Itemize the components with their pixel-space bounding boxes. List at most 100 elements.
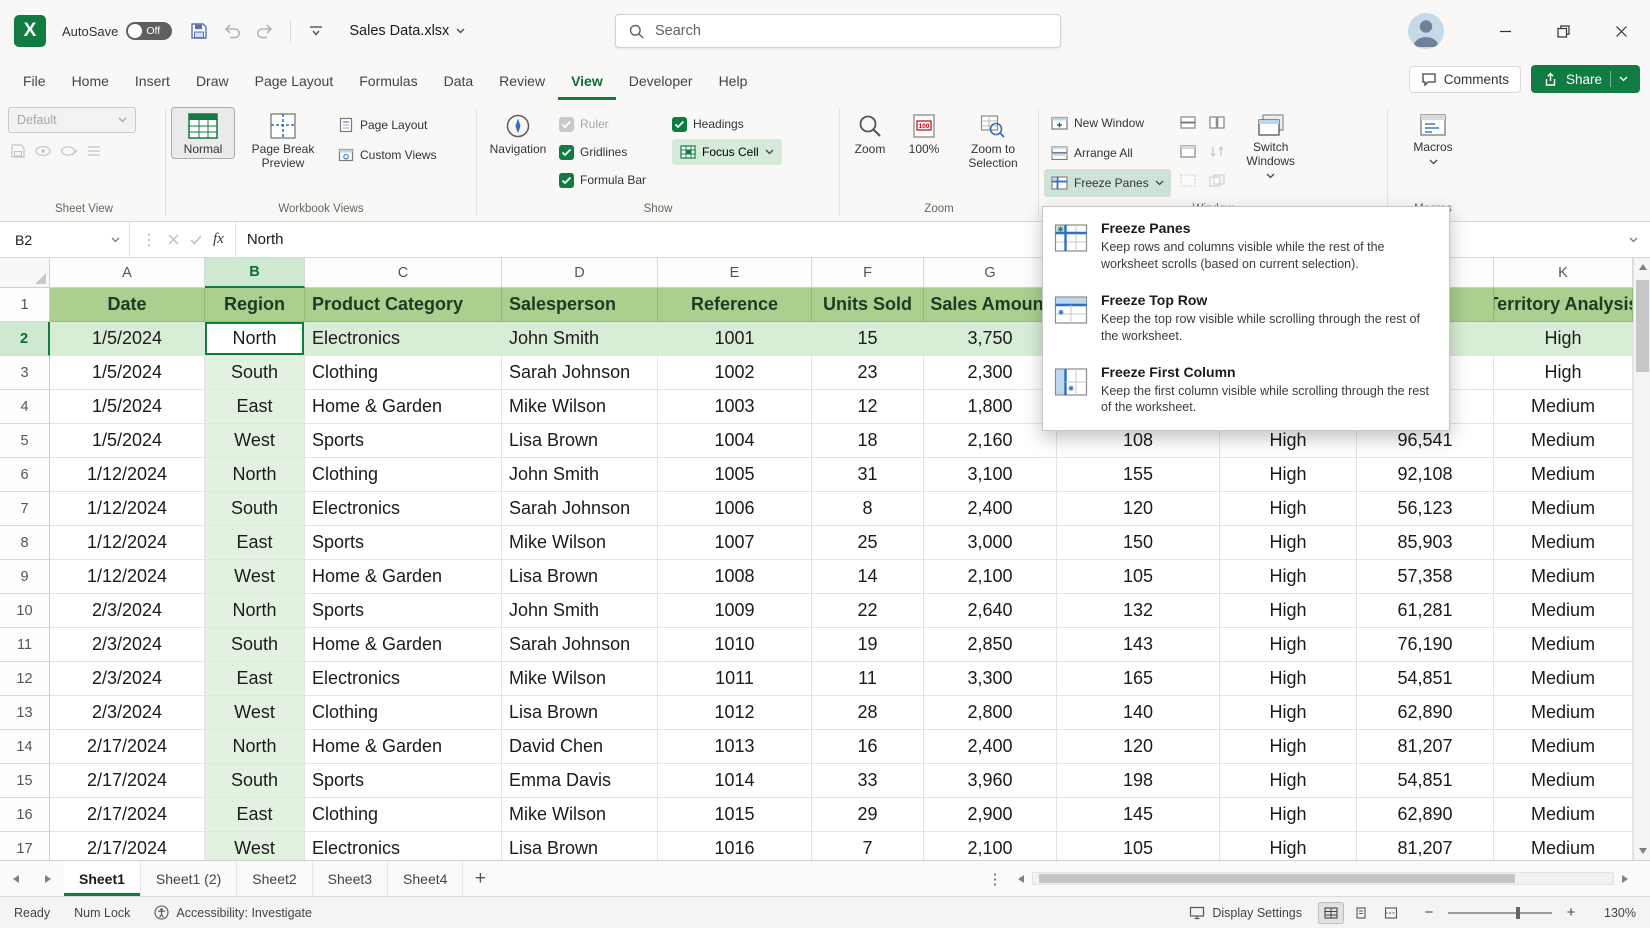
cell-E6[interactable]: 1005 [658,458,812,492]
cell-J10[interactable]: 61,281 [1357,594,1494,628]
cell-F5[interactable]: 18 [812,424,924,458]
row-header-5[interactable]: 5 [0,424,50,458]
sheet-tab-sheet1[interactable]: Sheet1 [64,861,141,896]
cell-E13[interactable]: 1012 [658,696,812,730]
cell-A12[interactable]: 2/3/2024 [50,662,205,696]
scroll-up-button[interactable] [1634,258,1650,276]
ribbon-tab-view[interactable]: View [558,62,616,100]
column-header-G[interactable]: G [924,258,1057,288]
cell-F4[interactable]: 12 [812,390,924,424]
cell-K12[interactable]: Medium [1494,662,1633,696]
cell-H15[interactable]: 198 [1057,764,1220,798]
cell-A15[interactable]: 2/17/2024 [50,764,205,798]
ribbon-tab-page-layout[interactable]: Page Layout [242,62,347,100]
cell-G17[interactable]: 2,100 [924,832,1057,860]
cell-I9[interactable]: High [1220,560,1357,594]
cell-G2[interactable]: 3,750 [924,322,1057,356]
formula-bar-checkbox[interactable]: Formula Bar [559,167,667,193]
cell-D7[interactable]: Sarah Johnson [502,492,658,526]
cell-H17[interactable]: 105 [1057,832,1220,860]
sheet-options-icon[interactable]: ⋮ [980,861,1010,896]
cell-D14[interactable]: David Chen [502,730,658,764]
status-ready[interactable]: Ready [14,906,50,920]
cell-F3[interactable]: 23 [812,356,924,390]
cell-H8[interactable]: 150 [1057,526,1220,560]
sheet-nav-right[interactable] [32,861,64,896]
cell-C10[interactable]: Sports [305,594,502,628]
page-layout-view-shortcut[interactable] [1348,902,1374,924]
cell-G13[interactable]: 2,800 [924,696,1057,730]
row-header-15[interactable]: 15 [0,764,50,798]
ruler-checkbox[interactable]: Ruler [559,111,667,137]
cell-B14[interactable]: North [205,730,305,764]
cell-E12[interactable]: 1011 [658,662,812,696]
cell-B10[interactable]: North [205,594,305,628]
new-sheet-button[interactable]: + [463,861,497,896]
cell-B12[interactable]: East [205,662,305,696]
enter-icon[interactable] [190,235,202,245]
zoom-in-button[interactable]: + [1562,904,1580,922]
sheet-tab-sheet2[interactable]: Sheet2 [237,861,312,896]
close-button[interactable] [1592,0,1650,62]
switch-windows-button[interactable]: Switch Windows [1234,107,1308,181]
cell-K16[interactable]: Medium [1494,798,1633,832]
cell-E17[interactable]: 1016 [658,832,812,860]
cell-I11[interactable]: High [1220,628,1357,662]
cell-D5[interactable]: Lisa Brown [502,424,658,458]
exit-sheet-view-icon[interactable] [34,143,52,159]
cell-E11[interactable]: 1010 [658,628,812,662]
zoom-slider-thumb[interactable] [1516,907,1520,919]
normal-view-shortcut[interactable] [1318,902,1344,924]
scroll-down-button[interactable] [1634,842,1650,860]
cell-A14[interactable]: 2/17/2024 [50,730,205,764]
cell-I6[interactable]: High [1220,458,1357,492]
cell-H14[interactable]: 120 [1057,730,1220,764]
cell-F17[interactable]: 7 [812,832,924,860]
cell-J16[interactable]: 62,890 [1357,798,1494,832]
cell-K15[interactable]: Medium [1494,764,1633,798]
cell-E4[interactable]: 1003 [658,390,812,424]
row-header-17[interactable]: 17 [0,832,50,860]
menu-item-freeze-panes[interactable]: Freeze Panes Keep rows and columns visib… [1043,211,1449,283]
cell-I8[interactable]: High [1220,526,1357,560]
redo-button[interactable] [250,16,280,46]
cell-F16[interactable]: 29 [812,798,924,832]
insert-function-icon[interactable]: fx [213,231,224,248]
cell-B8[interactable]: East [205,526,305,560]
row-header-6[interactable]: 6 [0,458,50,492]
cell-D9[interactable]: Lisa Brown [502,560,658,594]
column-header-C[interactable]: C [305,258,502,288]
cell-G8[interactable]: 3,000 [924,526,1057,560]
scroll-left-button[interactable] [1010,861,1032,896]
cell-E9[interactable]: 1008 [658,560,812,594]
cell-H13[interactable]: 140 [1057,696,1220,730]
cell-B9[interactable]: West [205,560,305,594]
zoom-percentage[interactable]: 130% [1596,906,1636,920]
row-header-11[interactable]: 11 [0,628,50,662]
cell-B11[interactable]: South [205,628,305,662]
page-break-preview-button[interactable]: Page Break Preview [240,107,326,173]
comments-button[interactable]: Comments [1409,66,1521,93]
sheet-tab-sheet4[interactable]: Sheet4 [388,861,463,896]
row-header-9[interactable]: 9 [0,560,50,594]
row-header-14[interactable]: 14 [0,730,50,764]
cell-K5[interactable]: Medium [1494,424,1633,458]
cell-A3[interactable]: 1/5/2024 [50,356,205,390]
cell-B6[interactable]: North [205,458,305,492]
cell-F11[interactable]: 19 [812,628,924,662]
cell-D11[interactable]: Sarah Johnson [502,628,658,662]
cell-G16[interactable]: 2,900 [924,798,1057,832]
cell-G15[interactable]: 3,960 [924,764,1057,798]
cell-I17[interactable]: High [1220,832,1357,860]
ribbon-tab-insert[interactable]: Insert [122,62,183,100]
cell-I16[interactable]: High [1220,798,1357,832]
column-header-B[interactable]: B [205,258,305,288]
ribbon-tab-file[interactable]: File [10,62,59,100]
ribbon-tab-review[interactable]: Review [486,62,558,100]
cell-I7[interactable]: High [1220,492,1357,526]
cell-J6[interactable]: 92,108 [1357,458,1494,492]
cell-B5[interactable]: West [205,424,305,458]
cell-H12[interactable]: 165 [1057,662,1220,696]
horizontal-scrollbar[interactable] [1010,861,1650,896]
cell-E14[interactable]: 1013 [658,730,812,764]
